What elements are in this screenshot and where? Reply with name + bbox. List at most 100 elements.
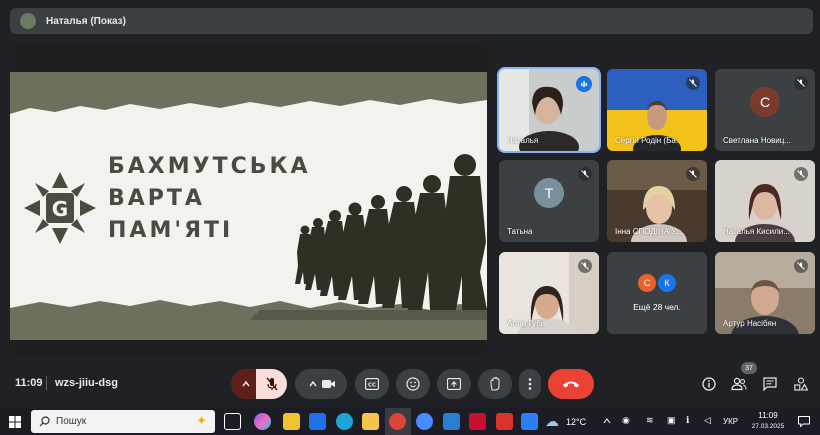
zoom-icon[interactable] bbox=[416, 413, 433, 430]
participant-avatar: К bbox=[658, 274, 676, 292]
chat-button[interactable] bbox=[760, 374, 780, 394]
info-icon bbox=[702, 377, 716, 391]
notifications-icon[interactable] bbox=[798, 416, 810, 427]
file-explorer-icon[interactable] bbox=[362, 413, 379, 430]
video-camera-icon bbox=[309, 380, 335, 388]
participant-tile[interactable]: Наталья bbox=[497, 67, 601, 153]
meeting-info-button[interactable] bbox=[699, 374, 719, 394]
svg-text:CC: CC bbox=[368, 383, 376, 389]
chrome-icon[interactable] bbox=[389, 413, 406, 430]
more-participants-tile[interactable]: С К Ещё 28 чел. bbox=[607, 252, 707, 334]
mic-toggle-button[interactable] bbox=[256, 369, 287, 399]
participant-name: Светлана Новиц... bbox=[723, 136, 792, 145]
weather-cloud-icon: ☁ bbox=[545, 413, 559, 429]
camera-tray-icon[interactable]: ▣ bbox=[667, 415, 676, 426]
microsoft-store-icon[interactable] bbox=[283, 413, 300, 430]
tray-icon[interactable]: ◉ bbox=[622, 415, 630, 426]
more-vert-icon bbox=[528, 378, 532, 390]
hand-icon bbox=[490, 377, 500, 391]
slide-title-line-3: ПАМ'ЯТІ bbox=[108, 218, 234, 243]
participant-name: Інна СПОДІНА У... bbox=[615, 227, 682, 236]
app-icon[interactable] bbox=[521, 413, 538, 430]
shapes-icon bbox=[794, 377, 808, 391]
participant-tile[interactable]: Т Татьна bbox=[499, 160, 599, 242]
mic-off-icon bbox=[794, 259, 808, 273]
participant-avatar: С bbox=[638, 274, 656, 292]
participant-tile[interactable]: Сергій Родін (Ба... bbox=[607, 69, 707, 151]
system-clock-time[interactable]: 11:09 bbox=[750, 411, 786, 420]
meeting-time: 11:09 bbox=[15, 377, 43, 389]
meeting-controls: 11:09 wzs-jiiu-dsg CC bbox=[0, 365, 820, 403]
chat-icon bbox=[763, 377, 777, 391]
people-button[interactable] bbox=[729, 374, 749, 394]
participant-tile[interactable]: С Светлана Новиц... bbox=[715, 69, 815, 151]
chevron-up-icon[interactable] bbox=[603, 418, 611, 424]
copilot-icon[interactable] bbox=[254, 413, 271, 430]
participant-name: Наталья bbox=[507, 136, 539, 145]
captions-button[interactable]: CC bbox=[355, 369, 389, 399]
mic-off-icon bbox=[265, 377, 278, 391]
participant-avatar: С bbox=[750, 86, 780, 117]
app-icon[interactable] bbox=[443, 413, 460, 430]
mic-off-icon bbox=[794, 76, 808, 90]
participant-name: Артур Насібян bbox=[723, 319, 777, 328]
svg-text:G: G bbox=[52, 197, 68, 221]
more-options-button[interactable] bbox=[519, 369, 541, 399]
divider bbox=[46, 376, 47, 390]
mic-off-icon bbox=[686, 76, 700, 90]
more-participants-label: Ещё 28 чел. bbox=[633, 302, 681, 312]
camera-toggle-button[interactable] bbox=[295, 369, 347, 399]
microphone-tray-icon[interactable]: ℹ bbox=[686, 415, 689, 426]
mic-off-icon bbox=[686, 167, 700, 181]
captions-icon: CC bbox=[365, 378, 379, 390]
slide-artwork: G bbox=[10, 99, 487, 320]
sparkle-icon: ✦ bbox=[196, 413, 207, 428]
participant-name: Сергій Родін (Ба... bbox=[615, 136, 683, 145]
participant-avatar: Т bbox=[534, 177, 564, 208]
presenter-bar: Наталья (Показ) bbox=[10, 8, 813, 34]
people-count-badge: 37 bbox=[741, 362, 757, 374]
raise-hand-button[interactable] bbox=[478, 369, 512, 399]
speaking-indicator-icon bbox=[576, 76, 592, 92]
search-placeholder: Пошук bbox=[56, 416, 87, 427]
present-screen-button[interactable] bbox=[437, 369, 471, 399]
acrobat-icon[interactable] bbox=[496, 413, 513, 430]
participant-tile[interactable]: Наталья Кисили... bbox=[715, 160, 815, 242]
taskbar-search[interactable]: Пошук ✦ bbox=[31, 410, 215, 433]
weather-temperature[interactable]: 12°C bbox=[566, 417, 586, 427]
keyboard-language[interactable]: УКР bbox=[723, 417, 738, 426]
participant-tile[interactable]: Інна СПОДІНА У... bbox=[607, 160, 707, 242]
emoji-icon bbox=[406, 377, 420, 391]
presenter-avatar bbox=[20, 13, 36, 29]
activities-button[interactable] bbox=[791, 374, 811, 394]
reactions-button[interactable] bbox=[396, 369, 430, 399]
mic-off-icon bbox=[578, 167, 592, 181]
present-screen-icon bbox=[447, 378, 461, 390]
leave-call-button[interactable] bbox=[548, 369, 594, 399]
chevron-up-icon bbox=[242, 380, 250, 387]
task-view-icon[interactable] bbox=[224, 413, 241, 430]
hang-up-icon bbox=[563, 381, 579, 388]
outlook-icon[interactable] bbox=[309, 413, 326, 430]
presentation-slide: G БАХМУТСЬКА ВАРТА ПАМ'ЯТІ bbox=[10, 72, 487, 340]
system-clock-date[interactable]: 27.03.2025 bbox=[746, 423, 790, 430]
slide-title-line-2: ВАРТА bbox=[108, 186, 205, 211]
windows-start-icon[interactable] bbox=[9, 416, 21, 428]
participant-name: Алла Губа bbox=[507, 319, 546, 328]
meeting-code: wzs-jiiu-dsg bbox=[55, 377, 118, 389]
search-icon bbox=[39, 416, 50, 427]
wifi-icon[interactable]: ≋ bbox=[646, 415, 654, 426]
mic-off-icon bbox=[794, 167, 808, 181]
participant-tile[interactable]: Артур Насібян bbox=[715, 252, 815, 334]
participant-name: Наталья Кисили... bbox=[723, 227, 790, 236]
participant-name: Татьна bbox=[507, 227, 533, 236]
presenter-name: Наталья (Показ) bbox=[46, 15, 126, 27]
shared-screen[interactable]: G БАХМУТСЬКА ВАРТА ПАМ'ЯТІ bbox=[10, 44, 487, 357]
slide-title-line-1: БАХМУТСЬКА bbox=[108, 154, 311, 179]
mic-off-icon bbox=[578, 259, 592, 273]
participant-tile[interactable]: Алла Губа bbox=[499, 252, 599, 334]
mcafee-icon[interactable] bbox=[469, 413, 486, 430]
edge-icon[interactable] bbox=[336, 413, 353, 430]
people-icon bbox=[731, 377, 747, 391]
volume-icon[interactable]: ◁ bbox=[704, 415, 711, 426]
